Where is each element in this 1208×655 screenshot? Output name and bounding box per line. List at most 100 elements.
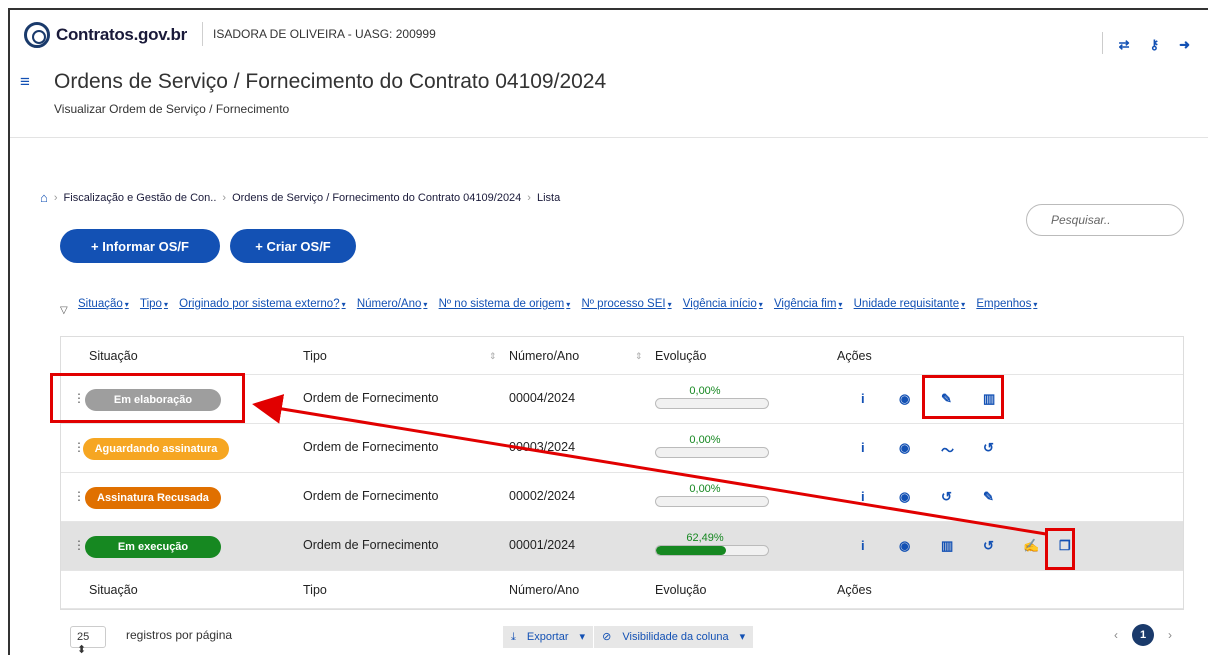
filter-unidade[interactable]: Unidade requisitante ▾: [854, 294, 966, 315]
numero-cell: 00003/2024: [509, 440, 576, 454]
delete-icon[interactable]: ▥: [941, 538, 953, 554]
progress-label: 0,00%: [689, 483, 721, 495]
tipo-cell: Ordem de Fornecimento: [303, 489, 439, 503]
progress-label: 0,00%: [689, 385, 721, 397]
search-input[interactable]: Pesquisar..: [1026, 204, 1184, 236]
sort-icon[interactable]: ⇕: [489, 351, 497, 362]
filter-icon: ▽: [60, 305, 68, 316]
progress-cell: 0,00%: [655, 385, 769, 409]
view-icon[interactable]: ◉: [899, 489, 910, 505]
tipo-cell: Ordem de Fornecimento: [303, 391, 439, 405]
row-menu-icon[interactable]: ⋮: [73, 489, 85, 503]
logout-icon[interactable]: ➜: [1179, 37, 1190, 53]
filter-numero-origem[interactable]: Nº no sistema de origem ▾: [439, 294, 571, 315]
info-icon[interactable]: i: [861, 391, 865, 406]
column-footer: Tipo: [303, 583, 327, 597]
column-footer: Número/Ano: [509, 583, 580, 597]
column-visibility-button[interactable]: ⊘ Visibilidade da coluna ▾: [593, 626, 753, 648]
history-icon[interactable]: ↺: [983, 538, 994, 554]
numero-cell: 00001/2024: [509, 538, 576, 552]
breadcrumb-item[interactable]: Ordens de Serviço / Fornecimento do Cont…: [232, 192, 521, 204]
current-page[interactable]: 1: [1132, 624, 1154, 646]
user-info: ISADORA DE OLIVEIRA - UASG: 200999: [202, 22, 436, 46]
table-header: Situação Tipo ⇕ Número/Ano ⇕ Evolução Aç…: [61, 337, 1183, 375]
highlight-box: [1045, 528, 1075, 570]
view-icon[interactable]: ◉: [899, 440, 910, 456]
logo-icon: [24, 22, 50, 48]
status-badge: Em execução: [85, 536, 221, 558]
tipo-cell: Ordem de Fornecimento: [303, 440, 439, 454]
progress-label: 0,00%: [689, 434, 721, 446]
signature-icon[interactable]: 〜: [941, 440, 954, 459]
column-filters: ▽ Situação ▾ Tipo ▾ Originado por sistema …: [60, 294, 1200, 316]
history-icon[interactable]: ↺: [941, 489, 952, 505]
progress-bar: [655, 496, 769, 507]
info-icon[interactable]: i: [861, 538, 865, 553]
progress-cell: 0,00%: [655, 483, 769, 507]
progress-label: 62,49%: [686, 532, 724, 544]
filter-originado[interactable]: Originado por sistema externo? ▾: [179, 294, 345, 315]
breadcrumb: ⌂ › Fiscalização e Gestão de Con.. › Ord…: [40, 190, 561, 205]
export-button[interactable]: ⤓ Exportar ▾: [503, 626, 593, 648]
progress-cell: 62,49%: [655, 532, 769, 556]
prev-page-icon[interactable]: ‹: [1114, 628, 1118, 642]
info-icon[interactable]: i: [861, 489, 865, 504]
status-badge: Assinatura Recusada: [85, 487, 221, 509]
filter-empenhos[interactable]: Empenhos ▾: [976, 294, 1037, 315]
informar-os-button[interactable]: + Informar OS/F: [60, 229, 220, 263]
breadcrumb-item: Lista: [536, 191, 561, 204]
column-footer: Ações: [837, 583, 872, 597]
filter-vigencia-fim[interactable]: Vigência fim ▾: [774, 294, 842, 315]
highlight-box: [50, 373, 245, 423]
filter-processo-sei[interactable]: Nº processo SEI ▾: [581, 294, 671, 315]
column-footer: Evolução: [655, 583, 707, 597]
column-header[interactable]: Tipo: [303, 349, 327, 363]
progress-bar: [655, 398, 769, 409]
view-icon[interactable]: ◉: [899, 538, 910, 554]
pagination: ‹ 1 ›: [1114, 624, 1172, 646]
progress-bar: [655, 447, 769, 458]
column-header: Ações: [837, 349, 872, 363]
column-footer: Situação: [89, 583, 138, 597]
table-row: ⋮ Em execução Ordem de Fornecimento 0000…: [61, 522, 1183, 571]
column-header[interactable]: Situação: [89, 349, 138, 363]
header-actions: ⇄ ⚷ ➜: [1101, 32, 1208, 54]
brand-name: Contratos.gov.br: [56, 25, 187, 44]
numero-cell: 00004/2024: [509, 391, 576, 405]
sort-icon[interactable]: ⇕: [635, 351, 643, 362]
key-icon[interactable]: ⚷: [1150, 37, 1160, 53]
divider: [1101, 32, 1103, 54]
top-header: Contratos.gov.br ISADORA DE OLIVEIRA - U…: [10, 10, 1208, 138]
history-icon[interactable]: ↺: [983, 440, 994, 456]
view-icon[interactable]: ◉: [899, 391, 910, 407]
page-title: Ordens de Serviço / Fornecimento do Cont…: [54, 70, 607, 93]
home-icon[interactable]: ⌂: [40, 190, 48, 205]
table-row: ⋮ Aguardando assinatura Ordem de Forneci…: [61, 424, 1183, 473]
status-badge: Aguardando assinatura: [83, 438, 229, 460]
per-page-select[interactable]: 25 ⬍: [70, 626, 106, 655]
row-menu-icon[interactable]: ⋮: [73, 538, 85, 552]
menu-icon[interactable]: ≡: [20, 72, 30, 92]
per-page-label: registros por página: [126, 628, 233, 642]
tipo-cell: Ordem de Fornecimento: [303, 538, 439, 552]
filter-vigencia-inicio[interactable]: Vigência início ▾: [683, 294, 763, 315]
logo[interactable]: Contratos.gov.br: [24, 22, 187, 48]
filter-situacao[interactable]: Situação ▾: [78, 294, 129, 315]
criar-os-button[interactable]: + Criar OS/F: [230, 229, 356, 263]
edit-icon[interactable]: ✎: [983, 489, 994, 505]
edit-document-icon[interactable]: ✍: [1023, 538, 1039, 554]
export-toolbar: ⤓ Exportar ▾ ⊘ Visibilidade da coluna ▾: [503, 626, 754, 648]
next-page-icon[interactable]: ›: [1168, 628, 1172, 642]
filter-tipo[interactable]: Tipo ▾: [140, 294, 168, 315]
filter-numero-ano[interactable]: Número/Ano ▾: [357, 294, 428, 315]
table-row: ⋮ Assinatura Recusada Ordem de Fornecime…: [61, 473, 1183, 522]
breadcrumb-item[interactable]: Fiscalização e Gestão de Con..: [64, 192, 217, 204]
highlight-box: [922, 375, 1004, 419]
column-header[interactable]: Número/Ano: [509, 349, 579, 363]
numero-cell: 00002/2024: [509, 489, 576, 503]
table-footer: Situação Tipo Número/Ano Evolução Ações: [61, 571, 1183, 609]
info-icon[interactable]: i: [861, 440, 865, 455]
progress-bar: [655, 545, 769, 556]
column-header[interactable]: Evolução: [655, 349, 706, 363]
swap-icon[interactable]: ⇄: [1119, 37, 1130, 53]
